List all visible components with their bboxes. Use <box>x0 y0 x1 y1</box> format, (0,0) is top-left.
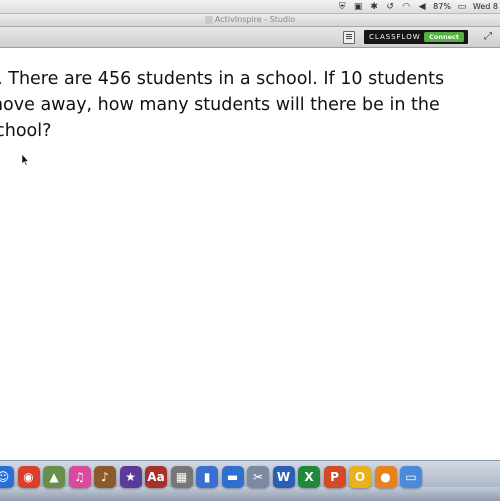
document-icon[interactable] <box>343 31 355 44</box>
dock-shelf <box>0 487 500 501</box>
time-machine-icon[interactable]: ↺ <box>385 2 395 12</box>
chrome-icon[interactable]: ◉ <box>17 466 40 488</box>
yellow-app-icon[interactable]: O <box>349 466 371 488</box>
connect-button[interactable]: Connect <box>424 32 464 42</box>
dictionary-icon[interactable]: Aa <box>145 466 167 488</box>
chart-icon[interactable]: ▮ <box>196 466 218 488</box>
expand-icon[interactable]: ⤢ <box>484 31 496 42</box>
question-line-2: move away, how many students will there … <box>0 95 440 115</box>
folder-icon[interactable]: ▭ <box>400 466 422 488</box>
dock-icons: ☺ ◉ ▲ ♫ ♪ ★ Aa ▦ ▮ ▬ ✂ W X P O ● ▭ <box>0 466 422 488</box>
window-title-bar: ActivInspire - Studio <box>0 14 500 27</box>
imovie-icon[interactable]: ★ <box>119 466 142 488</box>
window-title: ActivInspire - Studio <box>214 15 296 24</box>
battery-icon[interactable]: ▭ <box>457 2 467 12</box>
app-toolbar: CLASSFLOW Connect ⤢ <box>0 27 500 48</box>
excel-icon[interactable]: X <box>298 466 320 488</box>
guitar-icon[interactable]: ♪ <box>94 466 116 488</box>
volume-icon[interactable]: ◀ <box>417 2 427 12</box>
word-icon[interactable]: W <box>272 466 295 488</box>
app-status-icon[interactable]: ▣ <box>353 2 363 12</box>
app-icon <box>204 15 213 24</box>
preview-icon[interactable]: ✂ <box>247 466 269 488</box>
classflow-label: CLASSFLOW <box>369 33 421 41</box>
finder-icon[interactable]: ☺ <box>0 466 14 488</box>
bluetooth-icon[interactable]: ✱ <box>369 2 379 12</box>
photo-icon[interactable]: ▲ <box>43 466 65 488</box>
calculator-icon[interactable]: ▦ <box>170 466 193 488</box>
itunes-icon[interactable]: ♫ <box>68 466 91 488</box>
menu-bar: ⛨ ▣ ✱ ↺ ◠ ◀ 87% ▭ Wed 8 <box>0 0 500 14</box>
battery-percent: 87% <box>433 1 451 11</box>
question-line-1: 1. There are 456 students in a school. I… <box>0 69 445 89</box>
wifi-icon[interactable]: ◠ <box>401 2 411 12</box>
keynote-icon[interactable]: ▬ <box>221 466 244 488</box>
question-line-3: school? <box>0 121 52 141</box>
classflow-bar: CLASSFLOW Connect <box>364 30 468 44</box>
question-text: 1. There are 456 students in a school. I… <box>0 66 500 144</box>
shield-icon[interactable]: ⛨ <box>337 2 347 12</box>
dock: ☺ ◉ ▲ ♫ ♪ ★ Aa ▦ ▮ ▬ ✂ W X P O ● ▭ <box>0 460 500 501</box>
orange-app-icon[interactable]: ● <box>374 466 397 488</box>
powerpoint-icon[interactable]: P <box>323 466 346 488</box>
mouse-cursor-icon <box>21 154 29 166</box>
menu-bar-clock[interactable]: Wed 8 <box>473 2 498 12</box>
menu-bar-status-icons: ⛨ ▣ ✱ ↺ ◠ ◀ 87% ▭ Wed 8 <box>337 1 500 12</box>
